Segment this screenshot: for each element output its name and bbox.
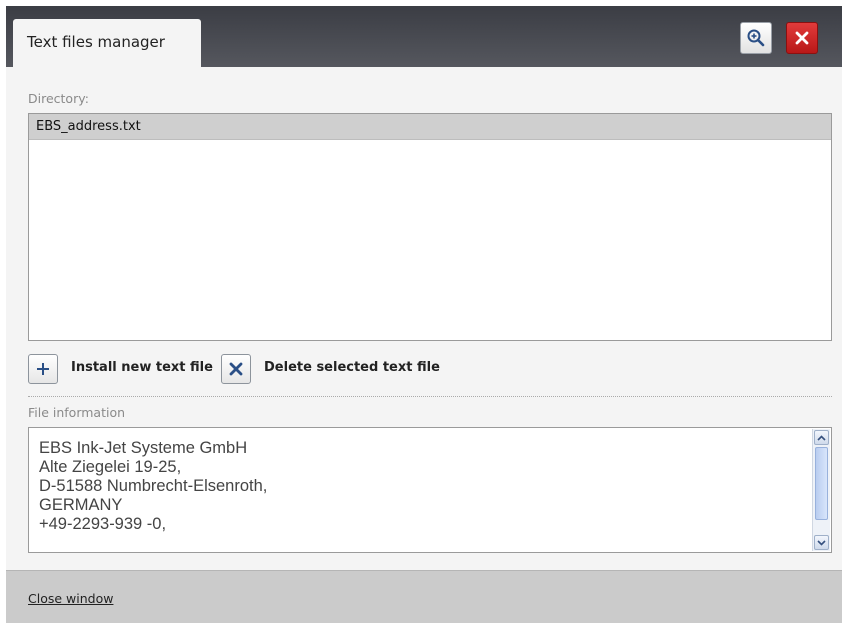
delete-button-label[interactable]: Delete selected text file xyxy=(264,360,440,375)
window-title: Text files manager xyxy=(27,33,165,51)
text-files-manager-window: Text files manager Directory: EBS_addres… xyxy=(6,6,842,623)
close-window-link[interactable]: Close window xyxy=(28,591,113,606)
chevron-down-icon xyxy=(817,539,826,546)
scroll-down-button[interactable] xyxy=(814,535,829,550)
close-button[interactable] xyxy=(786,22,818,54)
zoom-button[interactable] xyxy=(740,22,772,54)
info-line: EBS Ink-Jet Systeme GmbH xyxy=(39,439,248,457)
window-title-tab: Text files manager xyxy=(13,19,201,67)
divider xyxy=(28,396,832,397)
plus-icon xyxy=(37,363,49,375)
scrollbar[interactable] xyxy=(812,429,830,551)
scroll-up-button[interactable] xyxy=(814,430,829,445)
file-information-box[interactable]: EBS Ink-Jet Systeme GmbH Alte Ziegelei 1… xyxy=(28,427,832,553)
install-button-label[interactable]: Install new text file xyxy=(71,360,213,375)
x-icon xyxy=(229,362,243,376)
close-icon xyxy=(795,31,809,45)
install-button[interactable] xyxy=(28,354,58,384)
chevron-up-icon xyxy=(817,434,826,441)
directory-list[interactable]: EBS_address.txt xyxy=(28,113,832,341)
scroll-thumb[interactable] xyxy=(815,447,828,520)
delete-button[interactable] xyxy=(221,354,251,384)
title-bar: Text files manager xyxy=(6,6,842,67)
info-line: Alte Ziegelei 19-25, xyxy=(39,458,182,476)
file-information-label: File information xyxy=(28,405,126,420)
file-information-text: EBS Ink-Jet Systeme GmbH Alte Ziegelei 1… xyxy=(39,439,267,534)
directory-label: Directory: xyxy=(28,91,89,106)
list-item[interactable]: EBS_address.txt xyxy=(29,114,831,140)
info-line: GERMANY xyxy=(39,496,123,514)
footer-bar: Close window xyxy=(6,570,842,623)
info-line: D-51588 Numbrecht-Elsenroth, xyxy=(39,477,268,495)
info-line: +49-2293-939 -0, xyxy=(39,515,167,533)
file-name: EBS_address.txt xyxy=(36,119,141,134)
zoom-in-icon xyxy=(747,29,765,47)
